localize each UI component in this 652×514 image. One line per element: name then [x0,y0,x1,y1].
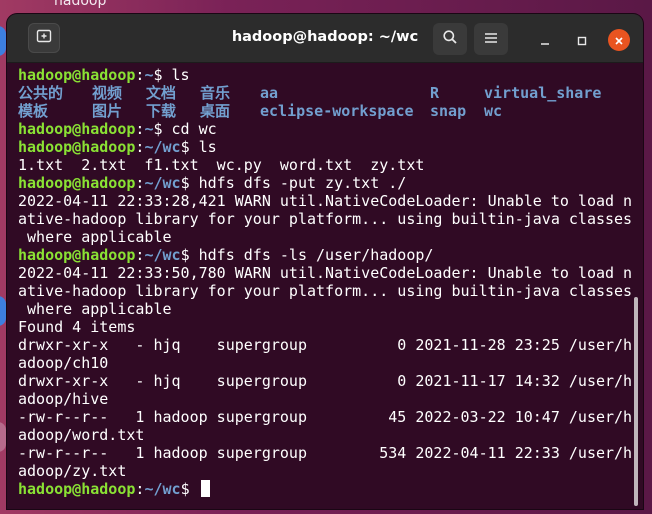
terminal-window: hadoop@hadoop: ~/wc hadoop@hadoop:~$ ls … [7,14,643,509]
output-text: where applicable [18,228,172,246]
output-text: adoop/ch10 [18,354,109,372]
command-text: ls [198,138,217,156]
prompt-symbol: $ [180,174,199,192]
output-line: ative-hadoop library for your platform..… [18,210,633,228]
output-text: ative-hadoop library for your platform..… [18,210,633,228]
minimize-icon [540,31,550,50]
directory-entry: eclipse-workspace [260,102,414,120]
prompt-user: hadoop@hadoop [18,66,136,84]
desktop-window-label: hadoop [54,0,107,9]
output-line: 1.txt 2.txt f1.txt wc.py word.txt zy.txt [18,156,629,174]
output-line: where applicable [18,228,629,246]
output-text: 2022-04-11 22:33:28,421 WARN util.Native… [18,192,633,210]
dock-app-icon[interactable] [0,422,6,452]
output-line: Found 4 items [18,318,629,336]
output-line: adoop/word.txt [18,426,629,444]
output-text: drwxr-xr-x - hjq supergroup 0 2021-11-28… [18,336,633,354]
output-text: adoop/word.txt [18,426,145,444]
titlebar[interactable]: hadoop@hadoop: ~/wc [7,14,643,63]
output-line: -rw-r--r-- 1 hadoop supergroup 45 2022-0… [18,408,633,426]
output-line: ative-hadoop library for your platform..… [18,282,633,300]
prompt-line: hadoop@hadoop:~$ ls [18,66,629,84]
directory-entry: virtual_share [484,84,602,102]
output-line: adoop/hive [18,390,629,408]
prompt-symbol: $ [180,138,199,156]
output-line: 公共的 视频 文档 音乐 aa Rvirtual_share [18,84,629,102]
prompt-line: hadoop@hadoop:~$ cd wc [18,120,629,138]
directory-entry: 视频 [92,84,123,102]
prompt-user: hadoop@hadoop [18,174,136,192]
output-text: 1.txt 2.txt f1.txt wc.py word.txt zy.txt [18,156,425,174]
directory-entry: 下载 [146,102,177,120]
output-text: adoop/zy.txt [18,462,127,480]
search-icon [442,29,458,49]
output-text: adoop/hive [18,390,109,408]
prompt-symbol: $ [153,66,172,84]
output-line: drwxr-xr-x - hjq supergroup 0 2021-11-28… [18,336,633,354]
close-button[interactable] [608,29,630,51]
directory-entry: 公共的 [18,84,64,102]
directory-entry: R [430,84,440,102]
dock-app-icon[interactable] [0,26,6,56]
directory-entry: snap [430,102,467,120]
prompt-path: ~/wc [144,174,181,192]
menu-button[interactable] [474,23,508,55]
output-line: 2022-04-11 22:33:28,421 WARN util.Native… [18,192,633,210]
output-line: adoop/ch10 [18,354,629,372]
maximize-button[interactable] [571,29,593,51]
directory-entry: 图片 [92,102,123,120]
output-line: adoop/zy.txt [18,462,629,480]
prompt-symbol: $ [153,120,172,138]
output-text: -rw-r--r-- 1 hadoop supergroup 45 2022-0… [18,408,633,426]
prompt-path: ~/wc [144,246,181,264]
directory-entry: 文档 [146,84,177,102]
prompt-line: hadoop@hadoop:~/wc$ hdfs dfs -ls /user/h… [18,246,629,264]
output-text: where applicable [18,300,172,318]
output-text: -rw-r--r-- 1 hadoop supergroup 534 2022-… [18,444,633,462]
prompt-symbol: $ [180,246,199,264]
prompt-path: ~/wc [144,480,181,498]
command-text: ls [171,66,190,84]
output-line: 2022-04-11 22:33:50,780 WARN util.Native… [18,264,633,282]
terminal-output[interactable]: hadoop@hadoop:~$ ls 公共的 视频 文档 音乐 aa Rvirtual_s… [18,66,633,509]
scrollbar[interactable] [634,297,638,506]
command-text: hdfs dfs -ls /user/hadoop/ [198,246,434,264]
command-text: cd wc [171,120,217,138]
output-text: Found 4 items [18,318,136,336]
text-cursor[interactable] [200,480,210,497]
prompt-user: hadoop@hadoop [18,138,136,156]
output-line: 模板 图片 下载 桌面 eclipse-workspace snap wc [18,102,629,120]
dock-app-icon[interactable] [0,296,6,326]
output-text: drwxr-xr-x - hjq supergroup 0 2021-11-17… [18,372,633,390]
output-line: where applicable [18,300,629,318]
directory-entry: 模板 [18,102,49,120]
prompt-line: hadoop@hadoop:~/wc$ hdfs dfs -put zy.txt… [18,174,629,192]
search-button[interactable] [433,23,467,55]
maximize-icon [577,31,587,50]
close-icon [614,31,624,50]
output-text: 2022-04-11 22:33:50,780 WARN util.Native… [18,264,633,282]
directory-entry: 音乐 [200,84,231,102]
prompt-line: hadoop@hadoop:~/wc$ [18,480,629,498]
directory-entry: aa [260,84,279,102]
command-text: hdfs dfs -put zy.txt ./ [198,174,407,192]
hamburger-menu-icon [484,30,498,49]
output-line: -rw-r--r-- 1 hadoop supergroup 534 2022-… [18,444,633,462]
minimize-button[interactable] [534,29,556,51]
prompt-line: hadoop@hadoop:~/wc$ ls [18,138,629,156]
prompt-path: ~/wc [144,138,181,156]
output-text: ative-hadoop library for your platform..… [18,282,633,300]
prompt-user: hadoop@hadoop [18,120,136,138]
prompt-user: hadoop@hadoop [18,480,136,498]
prompt-user: hadoop@hadoop [18,246,136,264]
prompt-symbol: $ [180,480,199,498]
directory-entry: wc [484,102,503,120]
output-line: drwxr-xr-x - hjq supergroup 0 2021-11-17… [18,372,633,390]
directory-entry: 桌面 [200,102,231,120]
